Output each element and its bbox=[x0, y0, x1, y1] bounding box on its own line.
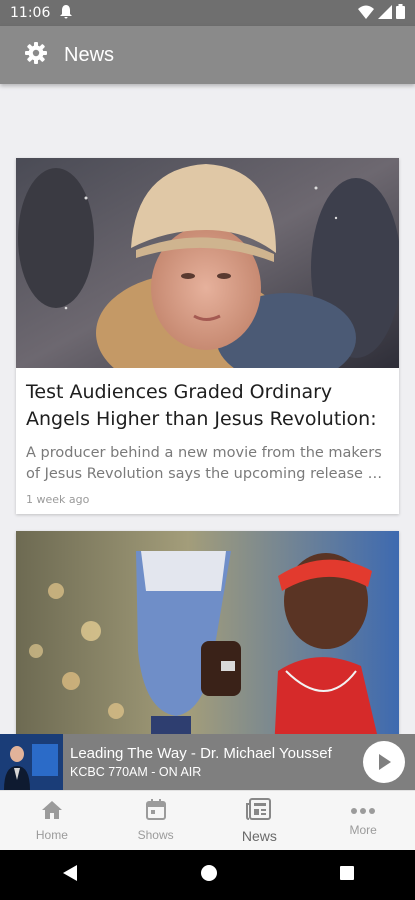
article-image[interactable] bbox=[16, 531, 399, 734]
wifi-icon bbox=[358, 5, 374, 22]
signal-icon bbox=[378, 4, 392, 22]
tab-shows[interactable]: Shows bbox=[104, 791, 208, 850]
article-card[interactable] bbox=[16, 531, 399, 734]
play-icon bbox=[379, 754, 391, 770]
status-time: 11:06 bbox=[10, 5, 51, 21]
bottom-tab-bar: Home Shows News More bbox=[0, 790, 415, 850]
headline-line: Angels Higher than Jesus Revolution: bbox=[26, 408, 377, 430]
summary-line: of Jesus Revolution says the upcoming re… bbox=[26, 466, 389, 482]
tab-label: Shows bbox=[137, 828, 174, 842]
tab-news[interactable]: News bbox=[208, 791, 312, 850]
gear-icon[interactable] bbox=[24, 41, 48, 70]
back-icon[interactable] bbox=[61, 863, 79, 888]
show-title: Leading The Way - Dr. Michael Youssef bbox=[70, 745, 332, 762]
more-icon bbox=[350, 804, 376, 818]
page-title: News bbox=[64, 43, 115, 66]
tab-home[interactable]: Home bbox=[0, 791, 104, 850]
system-nav-bar bbox=[0, 850, 415, 900]
tab-more[interactable]: More bbox=[311, 791, 415, 850]
now-playing-info[interactable]: Leading The Way - Dr. Michael Youssef KC… bbox=[70, 745, 363, 779]
station-status: KCBC 770AM - ON AIR bbox=[70, 765, 202, 779]
tab-label: Home bbox=[35, 827, 68, 842]
play-button[interactable] bbox=[363, 741, 405, 783]
article-summary: A producer behind a new movie from the m… bbox=[16, 433, 399, 485]
tab-label: News bbox=[241, 827, 277, 844]
article-headline[interactable]: Test Audiences Graded Ordinary Angels Hi… bbox=[16, 368, 399, 433]
news-feed[interactable]: Test Audiences Graded Ordinary Angels Hi… bbox=[0, 84, 415, 734]
status-bar: 11:06 bbox=[0, 0, 415, 26]
notification-bell-icon bbox=[60, 4, 73, 22]
article-card[interactable]: Test Audiences Graded Ordinary Angels Hi… bbox=[16, 158, 399, 514]
recents-icon[interactable] bbox=[339, 865, 355, 886]
home-icon bbox=[41, 800, 63, 823]
now-playing-bar[interactable]: Leading The Way - Dr. Michael Youssef KC… bbox=[0, 734, 415, 790]
headline-line: Test Audiences Graded Ordinary bbox=[26, 381, 333, 403]
home-circle-icon[interactable] bbox=[200, 864, 218, 887]
calendar-icon bbox=[145, 799, 166, 823]
article-timestamp: 1 week ago bbox=[26, 493, 90, 506]
newspaper-icon bbox=[246, 797, 272, 823]
show-artwork bbox=[0, 734, 63, 790]
tab-label: More bbox=[349, 823, 377, 837]
battery-icon bbox=[396, 4, 405, 22]
article-image[interactable] bbox=[16, 158, 399, 368]
summary-line: A producer behind a new movie from the m… bbox=[26, 445, 382, 461]
app-bar: News bbox=[0, 26, 415, 84]
